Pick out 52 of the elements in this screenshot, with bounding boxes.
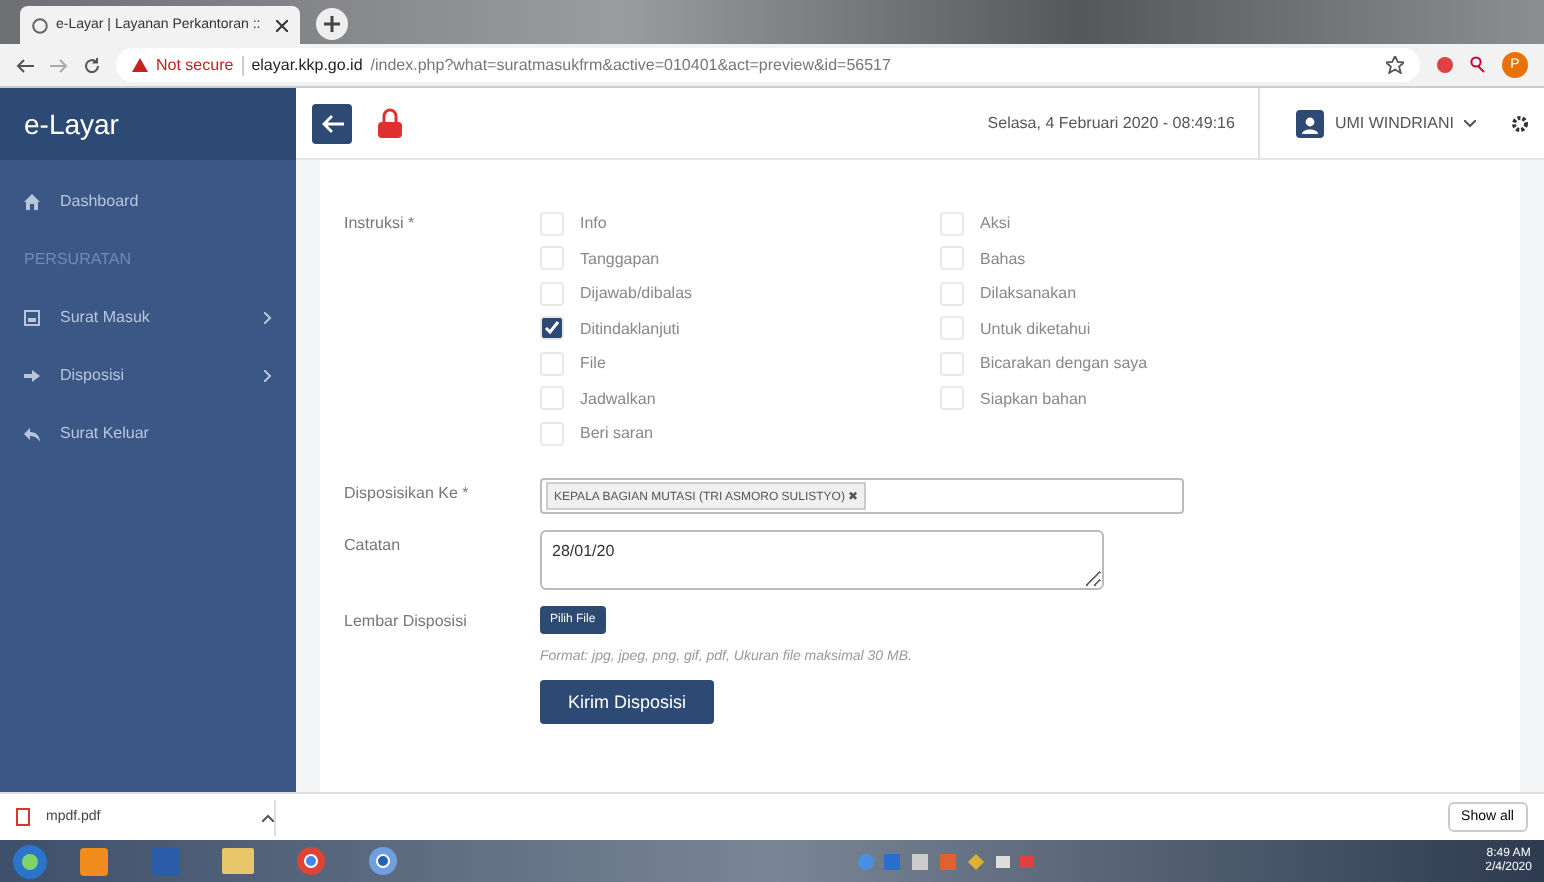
field-label: Disposisikan Ke * <box>344 481 471 506</box>
checkbox-label: Aksi <box>980 214 1011 233</box>
checkbox[interactable] <box>540 316 564 341</box>
pdf-file-icon <box>16 808 30 826</box>
checkbox-label: Jadwalkan <box>580 389 656 408</box>
reply-icon <box>24 425 40 441</box>
checkbox-label: Untuk diketahui <box>980 319 1091 338</box>
sidebar-item[interactable]: Surat Keluar <box>0 404 296 462</box>
sidebar-item[interactable]: Disposisi <box>0 346 296 404</box>
lock-icon[interactable] <box>376 107 404 139</box>
checkbox-label: Siapkan bahan <box>980 389 1087 408</box>
notes-field[interactable]: 28/01/20 <box>540 529 1104 589</box>
tray-icons[interactable] <box>856 851 1037 871</box>
caret-icon <box>1464 119 1476 127</box>
search-icon[interactable] <box>1470 56 1486 74</box>
checkbox-label: Tanggapan <box>580 249 660 268</box>
chevron-icon <box>264 311 272 323</box>
user-icon <box>1296 109 1325 137</box>
user-menu[interactable]: UMI WINDRIANI <box>1284 109 1488 137</box>
close-icon[interactable] <box>276 19 288 31</box>
back-icon[interactable] <box>16 57 34 73</box>
checkbox-label: File <box>580 354 606 373</box>
new-tab-button[interactable] <box>316 8 348 40</box>
checkbox-label: Ditindaklanjuti <box>580 319 680 338</box>
reload-icon[interactable] <box>84 57 100 73</box>
warning-icon <box>132 58 148 72</box>
plus-icon <box>324 16 340 32</box>
field-label: Instruksi * <box>344 212 417 236</box>
arrow-right-icon <box>24 367 40 383</box>
chevron-icon <box>264 369 272 381</box>
inbox-icon <box>24 309 40 325</box>
sidebar-item[interactable]: Surat Masuk <box>0 288 296 346</box>
settings-icon[interactable] <box>1512 115 1528 131</box>
forward-icon[interactable] <box>50 57 68 73</box>
home-icon <box>24 193 40 209</box>
back-button[interactable] <box>312 103 352 143</box>
start-button[interactable] <box>12 843 48 879</box>
checkbox-label: Dijawab/dibalas <box>580 284 693 303</box>
address-bar[interactable]: Not secure elayar.kkp.go.id /index.php?what=suratmasukfrm&active=010401&act=preview&id=56517 <box>116 48 1420 82</box>
app-brand: e-Layar <box>0 88 296 160</box>
star-icon[interactable] <box>1386 56 1404 74</box>
caret-icon <box>262 813 274 821</box>
checkbox-label: Info <box>580 214 607 233</box>
submit-button[interactable]: Kirim Disposisi <box>540 679 715 723</box>
checkbox-label: Beri saran <box>580 424 653 443</box>
checkbox-label: Dilaksanakan <box>980 284 1077 303</box>
checkbox-label: Bahas <box>980 249 1026 268</box>
field-label: Catatan <box>344 533 403 557</box>
field-label: Lembar Disposisi <box>344 609 469 633</box>
checkbox-label: Bicarakan dengan saya <box>980 354 1148 373</box>
sidebar-item[interactable]: Dashboard <box>0 172 296 230</box>
back-arrow-icon <box>321 113 343 133</box>
